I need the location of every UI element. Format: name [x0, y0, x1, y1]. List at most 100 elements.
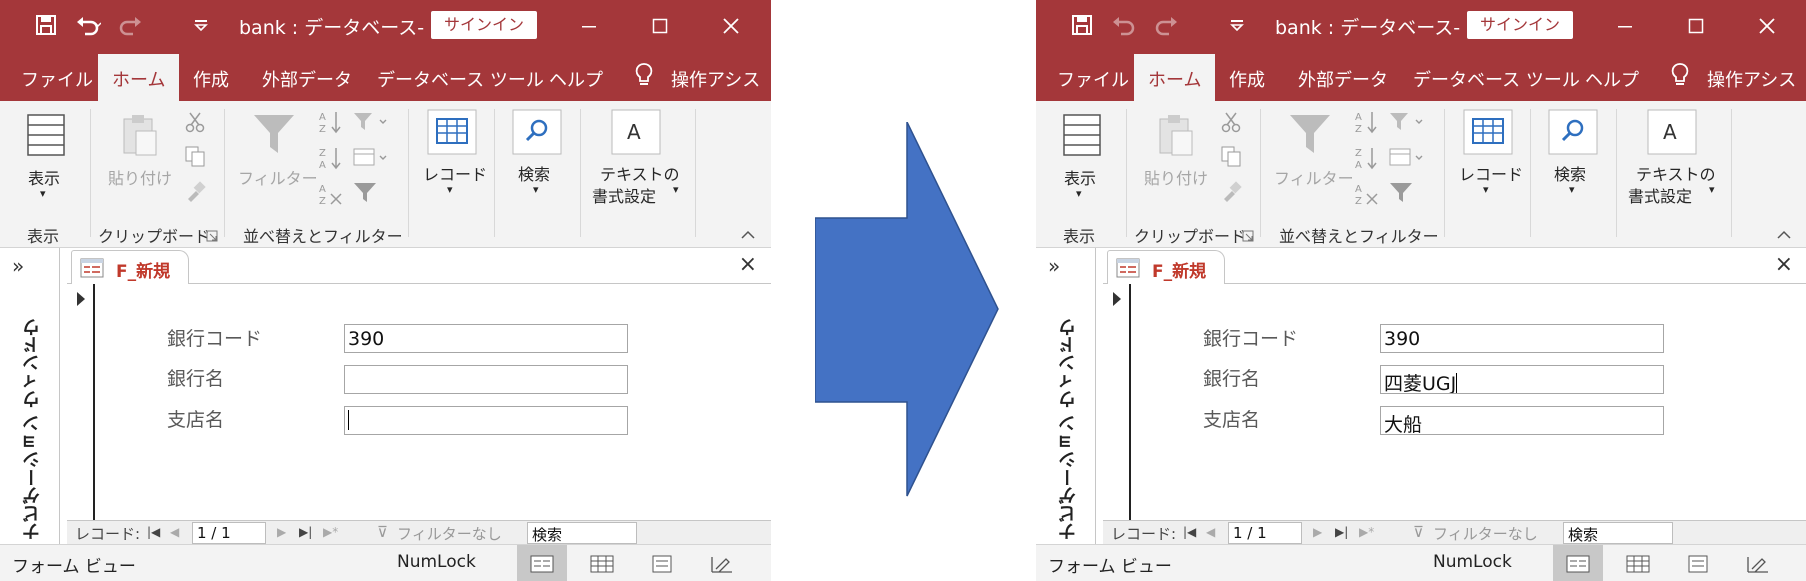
redo-icon[interactable]	[1150, 10, 1186, 40]
close-window-icon[interactable]	[711, 8, 751, 44]
document-tab[interactable]: F_新規	[1107, 250, 1225, 284]
find-button[interactable]: 検索	[1554, 161, 1586, 185]
navigation-pane[interactable]: » ナビゲーション ウィンドウ	[0, 248, 60, 544]
paste-icon[interactable]	[1156, 113, 1196, 161]
next-record-icon[interactable]: ▶	[277, 525, 286, 539]
tab-file[interactable]: ファイル	[1057, 66, 1129, 92]
tab-create[interactable]: 作成	[1229, 66, 1265, 92]
copy-icon[interactable]	[184, 145, 206, 171]
chevron-down-icon[interactable]: ▾	[447, 183, 453, 196]
maximize-icon[interactable]	[1676, 8, 1716, 44]
tab-help[interactable]: ヘルプ	[1585, 66, 1639, 92]
tab-external-data[interactable]: 外部データ	[262, 66, 352, 92]
current-record-box[interactable]: 1 / 1	[1228, 522, 1302, 544]
chevron-down-icon[interactable]: ▾	[673, 183, 679, 196]
design-view-icon[interactable]	[1733, 545, 1783, 581]
text-format-icon[interactable]: A	[1647, 109, 1697, 159]
bank-name-field-container[interactable]: 四菱UGJ	[1380, 365, 1664, 394]
records-button[interactable]: レコード	[423, 161, 487, 185]
save-icon[interactable]	[1066, 10, 1098, 40]
customize-qat-icon[interactable]	[1226, 10, 1248, 40]
last-record-icon[interactable]: ▶|	[1335, 525, 1348, 539]
chevron-down-icon[interactable]: ▾	[1076, 187, 1082, 200]
records-icon[interactable]	[1463, 109, 1513, 159]
layout-view-icon[interactable]	[1673, 545, 1723, 581]
filter-status[interactable]: フィルターなし	[1433, 523, 1538, 544]
record-selector[interactable]	[67, 284, 95, 520]
new-record-icon[interactable]: ▶*	[323, 525, 338, 539]
dialog-launcher-icon[interactable]	[206, 227, 218, 246]
chevron-down-icon[interactable]: ▾	[40, 187, 46, 200]
filter-button[interactable]: フィルター	[1274, 165, 1354, 189]
selection-filter-icon[interactable]	[352, 111, 388, 137]
toggle-filter-icon[interactable]	[352, 181, 378, 207]
toggle-filter-icon[interactable]	[1388, 181, 1414, 207]
filter-button[interactable]: フィルター	[238, 165, 318, 189]
previous-record-icon[interactable]: ◀	[170, 525, 179, 539]
tab-help[interactable]: ヘルプ	[549, 66, 603, 92]
branch-name-field-container[interactable]	[344, 406, 628, 435]
close-window-icon[interactable]	[1747, 8, 1787, 44]
sort-ascending-icon[interactable]: AZ	[1354, 109, 1380, 139]
advanced-filter-icon[interactable]	[352, 147, 388, 173]
paste-icon[interactable]	[120, 113, 160, 161]
first-record-icon[interactable]: |◀	[147, 525, 160, 539]
form-view-icon[interactable]	[517, 545, 567, 581]
view-icon[interactable]	[1062, 113, 1102, 161]
chevron-down-icon[interactable]: ▾	[1709, 183, 1715, 196]
sort-descending-icon[interactable]: ZA	[1354, 145, 1380, 175]
records-button[interactable]: レコード	[1459, 161, 1523, 185]
chevron-down-icon[interactable]: ▾	[533, 183, 539, 196]
format-painter-icon[interactable]	[1220, 181, 1242, 207]
selection-filter-icon[interactable]	[1388, 111, 1424, 137]
current-record-box[interactable]: 1 / 1	[192, 522, 266, 544]
previous-record-icon[interactable]: ◀	[1206, 525, 1215, 539]
collapse-ribbon-icon[interactable]	[1776, 225, 1792, 244]
tab-database-tools[interactable]: データベース ツール	[1413, 66, 1580, 92]
record-search-box[interactable]: 検索	[1563, 522, 1673, 544]
text-format-label-1[interactable]: テキストの	[1636, 161, 1716, 185]
chevron-down-icon[interactable]: ▾	[1483, 183, 1489, 196]
remove-sort-icon[interactable]: AZ	[318, 181, 344, 211]
tab-tell-me[interactable]: 操作アシス	[1707, 66, 1796, 92]
record-selector[interactable]	[1103, 284, 1131, 520]
sort-descending-icon[interactable]: ZA	[318, 145, 344, 175]
text-format-label-2[interactable]: 書式設定	[592, 183, 656, 207]
bank-code-field[interactable]: 390	[344, 324, 628, 353]
advanced-filter-icon[interactable]	[1388, 147, 1424, 173]
bank-code-field[interactable]: 390	[1380, 324, 1664, 353]
tab-file[interactable]: ファイル	[21, 66, 93, 92]
filter-icon[interactable]	[1288, 111, 1332, 161]
next-record-icon[interactable]: ▶	[1313, 525, 1322, 539]
signin-button[interactable]: サインイン	[431, 11, 537, 39]
collapse-ribbon-icon[interactable]	[740, 225, 756, 244]
dialog-launcher-icon[interactable]	[1242, 227, 1254, 246]
minimize-icon[interactable]	[1605, 8, 1645, 44]
find-icon[interactable]	[1548, 109, 1598, 159]
close-document-icon[interactable]: ×	[739, 252, 757, 277]
tab-external-data[interactable]: 外部データ	[1298, 66, 1388, 92]
view-icon[interactable]	[26, 113, 66, 161]
filter-status-icon[interactable]: ⊽	[1413, 523, 1424, 541]
document-tab[interactable]: F_新規	[71, 250, 189, 284]
remove-sort-icon[interactable]: AZ	[1354, 181, 1380, 211]
lightbulb-icon[interactable]	[634, 62, 654, 93]
text-format-label-2[interactable]: 書式設定	[1628, 183, 1692, 207]
text-format-icon[interactable]: A	[611, 109, 661, 159]
view-button[interactable]: 表示	[1064, 165, 1096, 189]
tab-create[interactable]: 作成	[193, 66, 229, 92]
expand-nav-icon[interactable]: »	[1048, 254, 1060, 278]
undo-icon[interactable]	[70, 10, 106, 40]
tab-database-tools[interactable]: データベース ツール	[377, 66, 544, 92]
paste-button[interactable]: 貼り付け	[108, 165, 172, 189]
branch-name-field[interactable]: 大船	[1380, 406, 1664, 435]
layout-view-icon[interactable]	[637, 545, 687, 581]
redo-icon[interactable]	[114, 10, 150, 40]
bank-name-field[interactable]	[344, 365, 628, 394]
text-format-label-1[interactable]: テキストの	[600, 161, 680, 185]
signin-button[interactable]: サインイン	[1467, 11, 1573, 39]
save-icon[interactable]	[30, 10, 62, 40]
minimize-icon[interactable]	[569, 8, 609, 44]
record-search-box[interactable]: 検索	[527, 522, 637, 544]
tab-home[interactable]: ホーム	[1134, 54, 1216, 101]
